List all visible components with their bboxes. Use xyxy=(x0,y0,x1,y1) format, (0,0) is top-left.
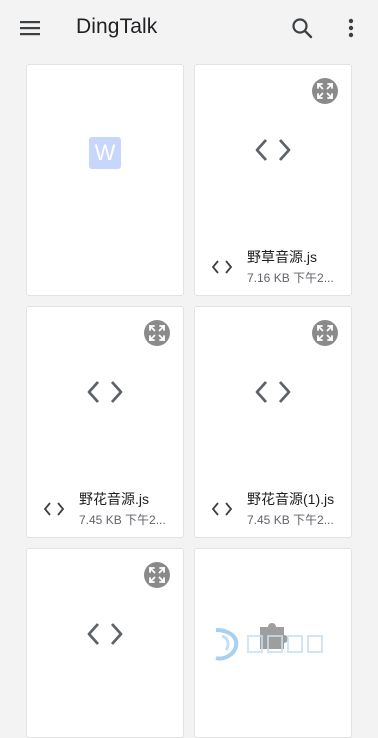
file-grid: W 野草音源.js 7.16 KB 下午2... 野花音源.js 7.45 KB… xyxy=(0,0,378,738)
watermark-logo xyxy=(215,628,323,661)
code-file-icon xyxy=(43,502,65,516)
code-icon xyxy=(255,139,291,161)
code-file-icon xyxy=(211,502,233,516)
file-card[interactable] xyxy=(26,548,184,738)
code-file-icon xyxy=(211,260,233,274)
file-card[interactable]: W xyxy=(26,64,184,296)
code-icon xyxy=(87,381,123,403)
card-preview xyxy=(195,65,351,235)
file-meta: 7.45 KB 下午2... xyxy=(79,513,166,527)
code-icon xyxy=(87,623,123,645)
card-info: 野草音源.js 7.16 KB 下午2... xyxy=(195,245,351,291)
card-preview xyxy=(195,307,351,477)
card-info: 野花音源.js 7.45 KB 下午2... xyxy=(27,487,183,533)
card-preview xyxy=(27,549,183,719)
card-preview: W xyxy=(27,65,183,241)
file-name: 野花音源(1).js xyxy=(247,491,335,507)
file-card[interactable]: 野草音源.js 7.16 KB 下午2... xyxy=(194,64,352,296)
file-name: 野草音源.js xyxy=(247,249,317,265)
code-icon xyxy=(255,381,291,403)
file-card[interactable]: 野花音源.js 7.45 KB 下午2... xyxy=(26,306,184,538)
file-card[interactable]: 野花音源(1).js 7.45 KB 下午2... xyxy=(194,306,352,538)
card-preview xyxy=(27,307,183,477)
file-meta: 7.16 KB 下午2... xyxy=(247,271,334,285)
file-name: 野花音源.js xyxy=(79,491,149,507)
word-doc-icon: W xyxy=(89,137,121,169)
word-doc-letter: W xyxy=(94,140,116,165)
file-meta: 7.45 KB 下午2... xyxy=(247,513,334,527)
card-info: 野花音源(1).js 7.45 KB 下午2... xyxy=(195,487,351,533)
